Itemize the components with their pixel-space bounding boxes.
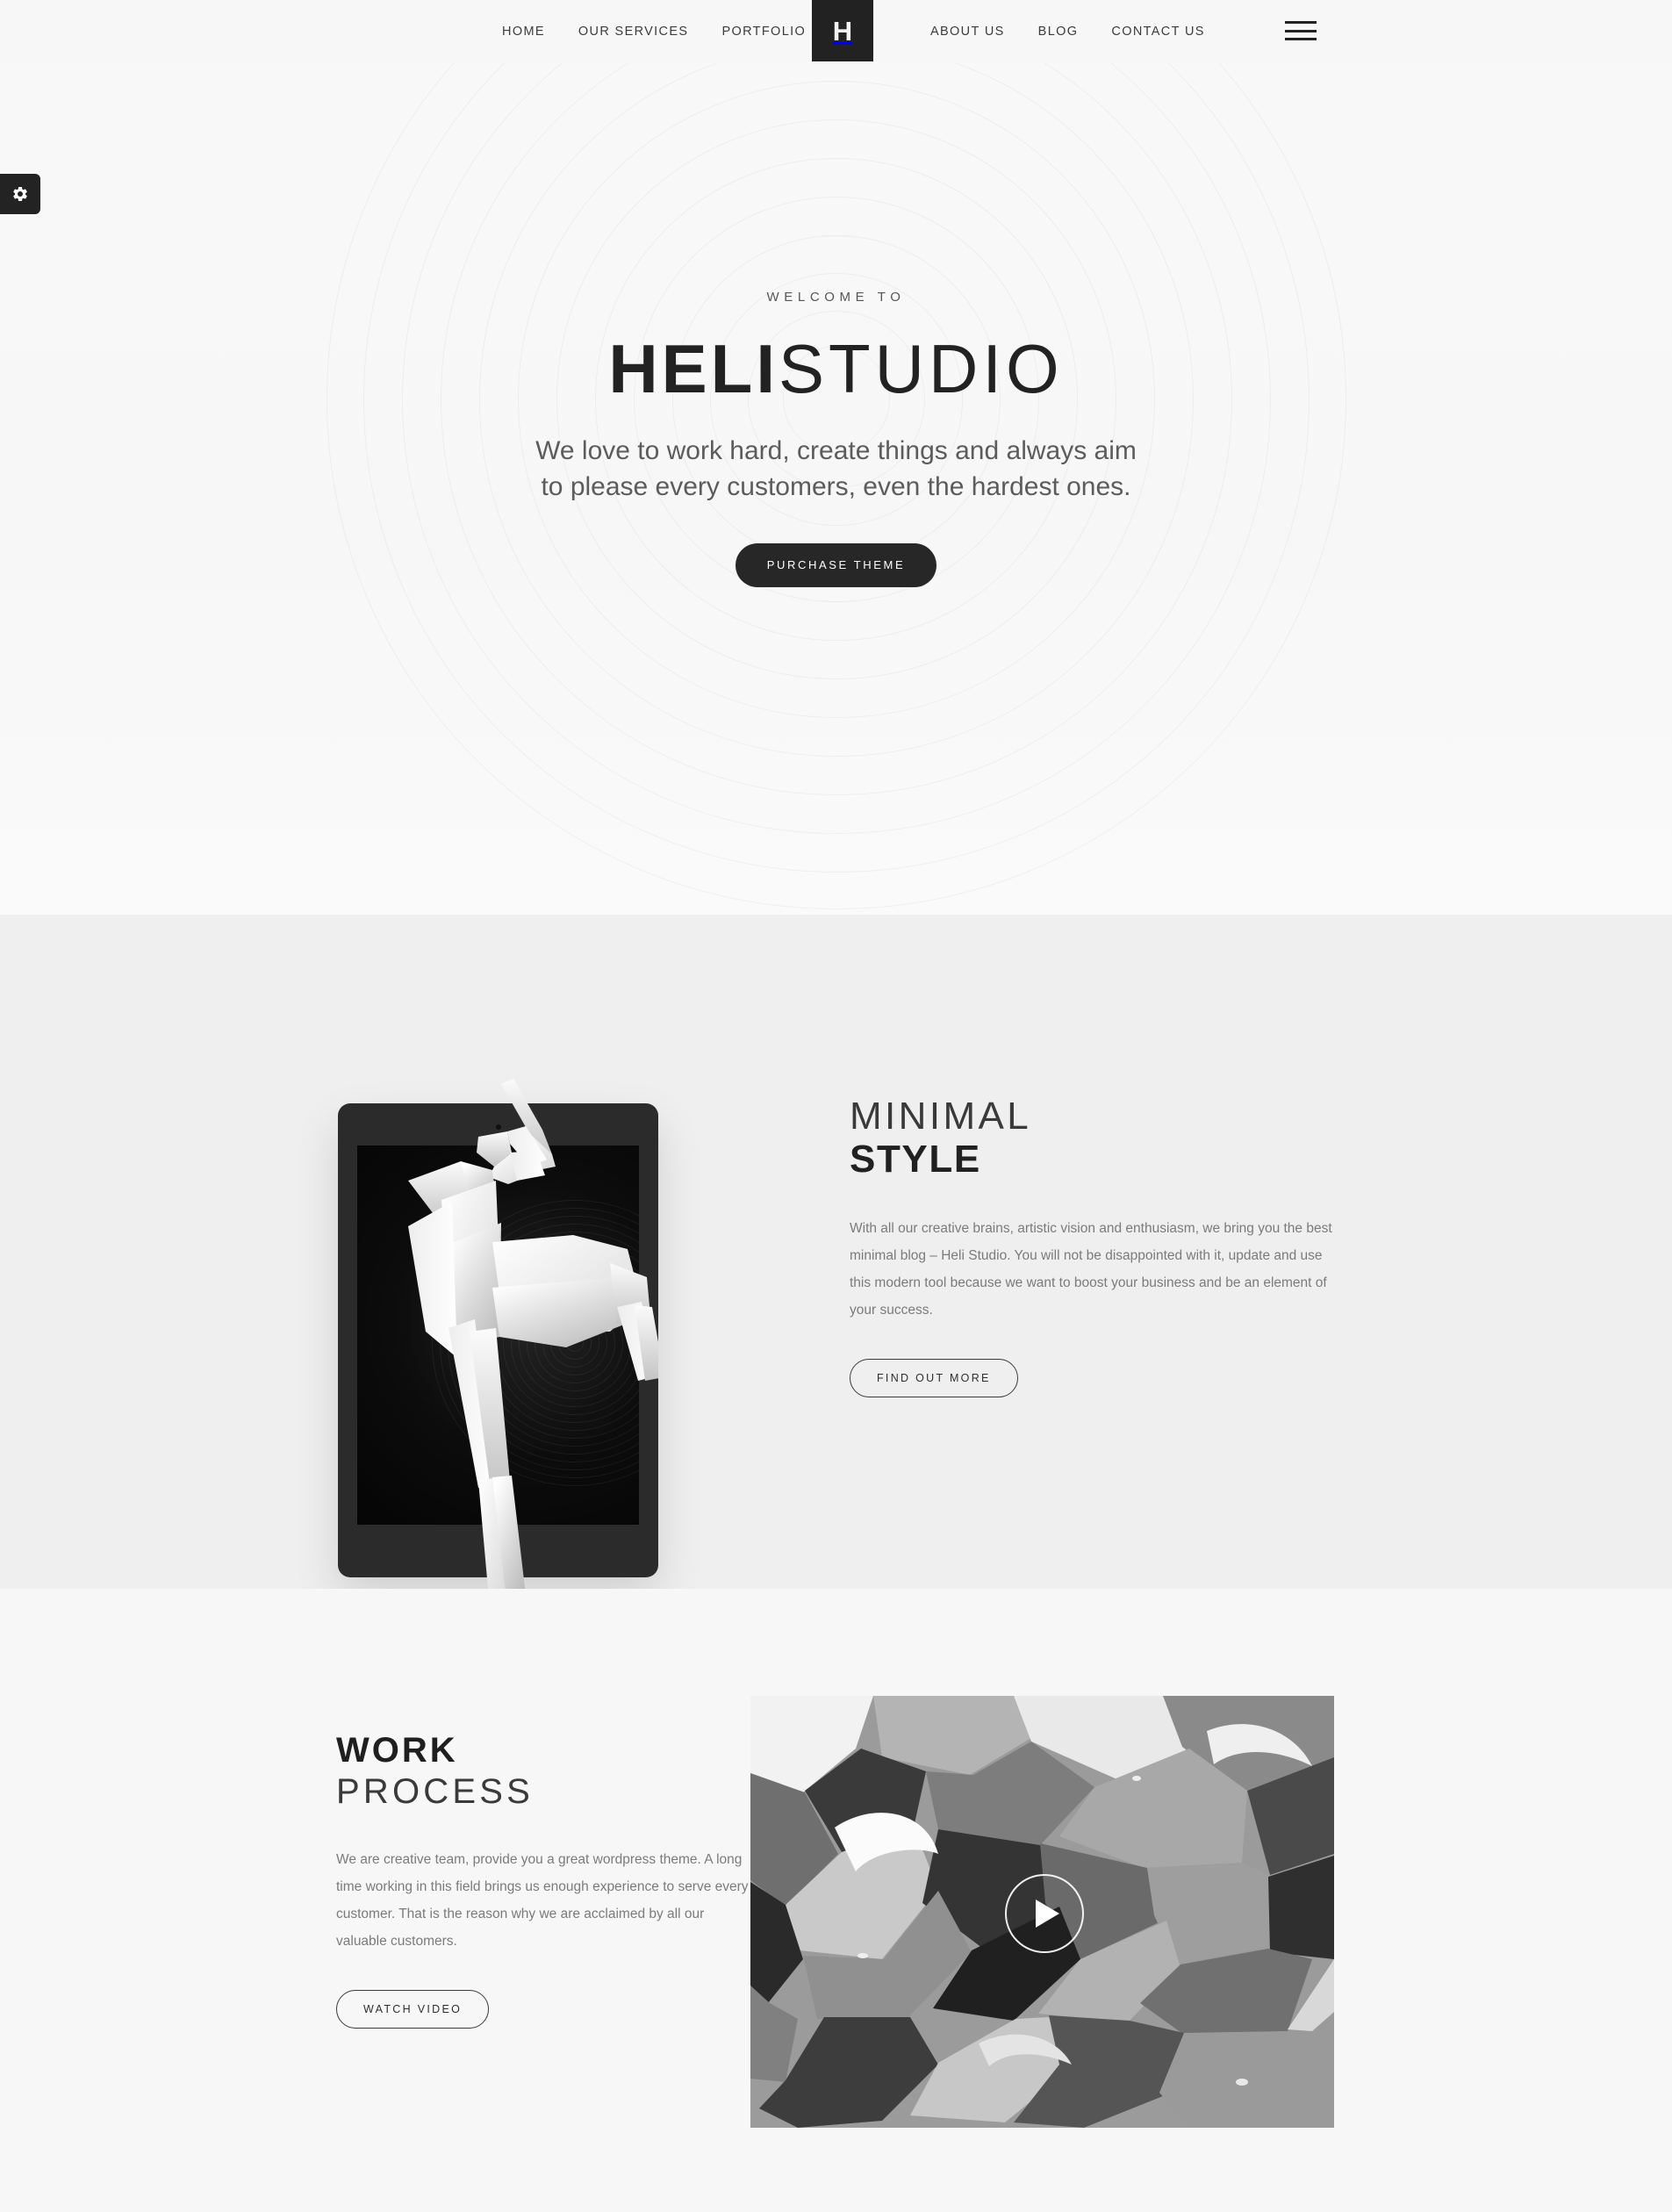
play-icon: [1035, 1900, 1059, 1928]
work-process-text: WORK PROCESS We are creative team, provi…: [336, 1731, 749, 2029]
play-button[interactable]: [1004, 1874, 1084, 1953]
video-thumbnail[interactable]: [750, 1696, 1334, 2128]
hero-subtitle: We love to work hard, create things and …: [535, 436, 1137, 502]
minimal-style-text: MINIMAL STYLE With all our creative brai…: [850, 1095, 1341, 1397]
tablet-camera-dot: [495, 1124, 501, 1130]
logo-letter: H: [832, 15, 853, 47]
style-heading-thin: MINIMAL: [850, 1095, 1032, 1138]
watch-video-button[interactable]: WATCH VIDEO: [336, 1989, 490, 2029]
nav-item-about-us[interactable]: ABOUT US: [930, 25, 1005, 39]
hamburger-bar-2: [1285, 29, 1317, 32]
hamburger-bar-1: [1285, 21, 1317, 24]
navigation-bar: HOME OUR SERVICES PORTFOLIO H ABOUT US B…: [0, 0, 1672, 63]
hero-section: WELCOME TO HELISTUDIO We love to work ha…: [0, 0, 1672, 915]
purchase-theme-button[interactable]: PURCHASE THEME: [735, 543, 937, 588]
nav-item-blog[interactable]: BLOG: [1038, 25, 1079, 39]
tablet-device: [338, 1103, 658, 1577]
hero-content: WELCOME TO HELISTUDIO We love to work ha…: [0, 290, 1672, 588]
minimal-style-section: MINIMAL STYLE With all our creative brai…: [0, 915, 1672, 1600]
hamburger-bar-3: [1285, 38, 1317, 40]
hero-title-bold: HELI: [608, 330, 779, 407]
site-header: HOME OUR SERVICES PORTFOLIO H ABOUT US B…: [0, 0, 1672, 63]
hamburger-icon[interactable]: [1285, 21, 1317, 40]
work-process-section: WORK PROCESS We are creative team, provi…: [0, 1589, 1672, 2212]
nav-item-contact-us[interactable]: CONTACT US: [1111, 25, 1204, 39]
gear-icon: [13, 186, 27, 201]
find-out-more-button[interactable]: FIND OUT MORE: [850, 1358, 1018, 1397]
primary-nav-left: HOME OUR SERVICES PORTFOLIO: [502, 0, 806, 63]
hero-eyebrow: WELCOME TO: [766, 290, 906, 305]
work-heading-thin: PROCESS: [336, 1771, 535, 1811]
style-paragraph: With all our creative brains, artistic v…: [850, 1220, 1332, 1318]
primary-nav-right: ABOUT US BLOG CONTACT US: [930, 0, 1205, 63]
nav-item-portfolio[interactable]: PORTFOLIO: [721, 25, 806, 39]
page-title: HELISTUDIO: [0, 334, 1672, 403]
nav-item-our-services[interactable]: OUR SERVICES: [578, 25, 689, 39]
style-heading-bold: STYLE: [850, 1138, 981, 1181]
tablet-deer-figure: [338, 1068, 658, 1600]
hero-title-thin: STUDIO: [779, 330, 1064, 407]
work-paragraph: We are creative team, provide you a grea…: [336, 1851, 749, 1949]
tablet-home-button: [486, 1537, 512, 1562]
tablet-screen: [357, 1146, 639, 1525]
nav-item-home[interactable]: HOME: [502, 25, 545, 39]
work-heading-bold: WORK: [336, 1731, 458, 1770]
site-logo[interactable]: H: [812, 0, 873, 61]
settings-toggle-button[interactable]: [0, 174, 40, 214]
